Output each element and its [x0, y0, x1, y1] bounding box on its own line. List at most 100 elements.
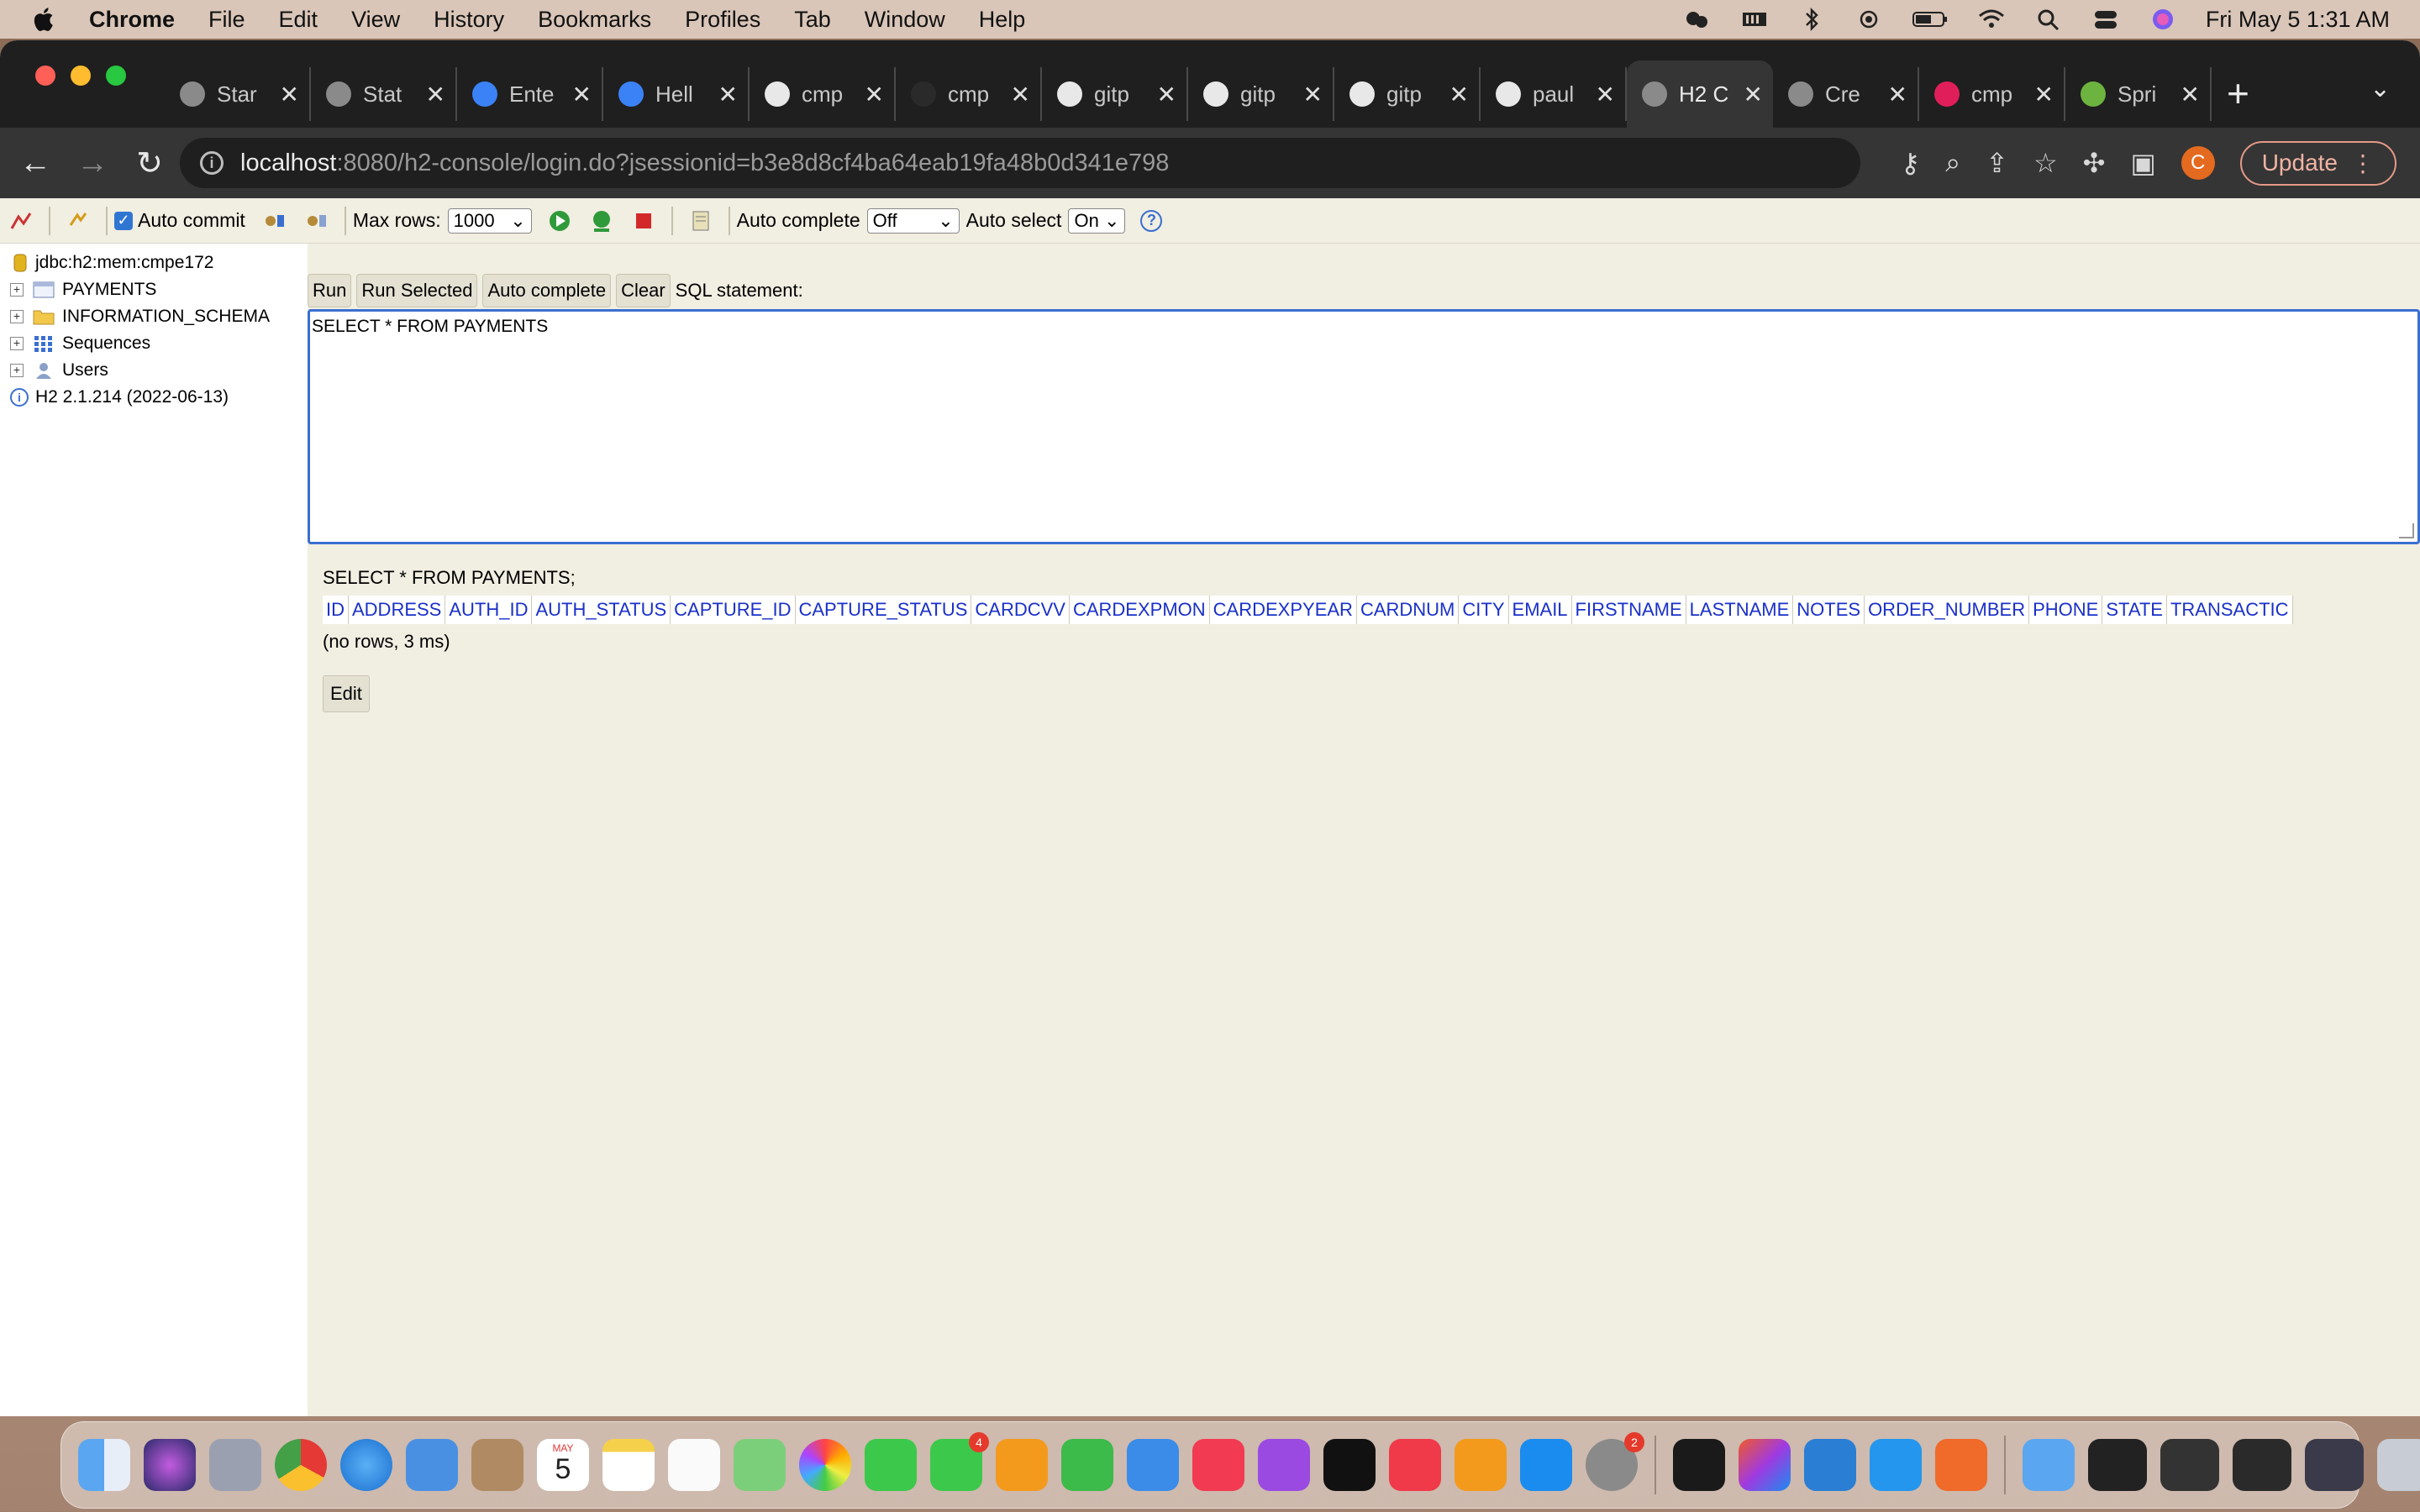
system-settings-icon[interactable]: 2: [1586, 1432, 1644, 1491]
tab-close-icon[interactable]: ✕: [1596, 81, 1615, 108]
intellij-icon[interactable]: [1739, 1439, 1791, 1491]
numbers-icon[interactable]: [1061, 1439, 1113, 1491]
tab-search-chevron-icon[interactable]: ⌄: [2370, 74, 2391, 103]
books-icon[interactable]: [1455, 1439, 1507, 1491]
wifi-icon[interactable]: [1977, 7, 2006, 32]
calendar-icon[interactable]: MAY 5: [537, 1439, 589, 1491]
expand-icon[interactable]: +: [10, 283, 24, 297]
tree-connection[interactable]: jdbc:h2:mem:cmpe172: [12, 250, 213, 276]
browser-tab[interactable]: gitp ✕: [1042, 67, 1188, 121]
tab-close-icon[interactable]: ✕: [1157, 81, 1176, 108]
site-info-icon[interactable]: i: [200, 151, 224, 175]
max-rows-select[interactable]: 1000 ⌄: [447, 207, 532, 234]
more-menu-icon[interactable]: ⋮: [2351, 150, 2375, 177]
reload-icon[interactable]: ↻: [128, 144, 171, 182]
tab-close-icon[interactable]: ✕: [280, 81, 299, 108]
app-store-icon[interactable]: [1520, 1439, 1572, 1491]
edit-button[interactable]: Edit: [323, 675, 370, 712]
clear-button[interactable]: Clear: [616, 274, 671, 307]
spotlight-icon[interactable]: [2034, 7, 2063, 32]
bluetooth-icon[interactable]: [1797, 7, 1826, 32]
result-column-header[interactable]: NOTES: [1793, 596, 1865, 624]
update-button[interactable]: Update ⋮: [2239, 140, 2396, 186]
close-window-button[interactable]: [35, 66, 55, 86]
result-column-header[interactable]: TRANSACTIC: [2166, 596, 2293, 624]
sql-editor[interactable]: SELECT * FROM PAYMENTS: [308, 309, 2420, 544]
browser-tab[interactable]: Stat ✕: [311, 67, 457, 121]
extensions-puzzle-icon[interactable]: ✣: [2083, 147, 2106, 179]
browser-tab[interactable]: Hell ✕: [603, 67, 750, 121]
result-column-header[interactable]: CARDNUM: [1356, 596, 1460, 624]
vscode-icon[interactable]: [1804, 1439, 1856, 1491]
result-column-header[interactable]: CARDEXPMON: [1069, 596, 1210, 624]
tab-close-icon[interactable]: ✕: [1744, 81, 1763, 108]
commit-icon[interactable]: [262, 208, 287, 234]
minimized-window-thumbnail[interactable]: [2233, 1439, 2291, 1491]
postman-icon[interactable]: [1935, 1439, 1987, 1491]
profile-avatar[interactable]: C: [2181, 146, 2215, 180]
siri-app-icon[interactable]: [144, 1439, 196, 1491]
zoom-window-button[interactable]: [106, 66, 126, 86]
tab-close-icon[interactable]: ✕: [2181, 81, 2200, 108]
tab-close-icon[interactable]: ✕: [1449, 81, 1469, 108]
auto-select-select[interactable]: On ⌄: [1068, 207, 1126, 234]
result-column-header[interactable]: ORDER_NUMBER: [1865, 596, 2030, 624]
airdrop-icon[interactable]: [1854, 7, 1883, 32]
podcasts-icon[interactable]: [1258, 1439, 1310, 1491]
forward-arrow-icon[interactable]: →: [71, 145, 114, 181]
result-column-header[interactable]: FIRSTNAME: [1571, 596, 1686, 624]
minimized-window-thumbnail[interactable]: [2305, 1439, 2364, 1491]
apple-icon[interactable]: [30, 5, 59, 34]
disconnect-icon[interactable]: [8, 208, 34, 234]
result-column-header[interactable]: AUTH_ID: [445, 596, 533, 624]
expand-icon[interactable]: +: [10, 364, 24, 377]
result-column-header[interactable]: ID: [323, 596, 349, 624]
reminders-icon[interactable]: [668, 1439, 720, 1491]
tab-close-icon[interactable]: ✕: [1011, 81, 1030, 108]
tab-close-icon[interactable]: ✕: [1303, 81, 1323, 108]
result-column-header[interactable]: ADDRESS: [349, 596, 446, 624]
back-arrow-icon[interactable]: ←: [13, 145, 57, 181]
result-column-header[interactable]: CARDCVV: [971, 596, 1070, 624]
execute-all-icon[interactable]: [589, 208, 614, 234]
terminal-icon[interactable]: [1673, 1439, 1725, 1491]
menu-profiles[interactable]: Profiles: [685, 7, 760, 33]
expand-icon[interactable]: +: [10, 337, 24, 350]
photos-icon[interactable]: [799, 1439, 851, 1491]
tab-close-icon[interactable]: ✕: [426, 81, 445, 108]
battery-icon[interactable]: [1912, 7, 1949, 32]
keynote-icon[interactable]: [1127, 1439, 1179, 1491]
menu-tab[interactable]: Tab: [794, 7, 831, 33]
browser-tab[interactable]: Cre ✕: [1773, 67, 1919, 121]
result-column-header[interactable]: STATE: [2102, 596, 2167, 624]
mail-icon[interactable]: [406, 1439, 458, 1491]
chrome-icon[interactable]: [275, 1439, 327, 1491]
menu-view[interactable]: View: [351, 7, 400, 33]
share-icon[interactable]: ⇪: [1986, 147, 2008, 179]
new-tab-button[interactable]: +: [2227, 71, 2249, 116]
browser-tab[interactable]: cmp ✕: [896, 67, 1042, 121]
tab-close-icon[interactable]: ✕: [572, 81, 592, 108]
tree-node-payments[interactable]: + PAYMENTS: [0, 277, 156, 302]
result-column-header[interactable]: PHONE: [2029, 596, 2103, 624]
notes-icon[interactable]: [602, 1439, 655, 1491]
maps-icon[interactable]: [734, 1439, 786, 1491]
stop-icon[interactable]: [631, 208, 656, 234]
minimized-window-thumbnail[interactable]: [2160, 1439, 2219, 1491]
apple-tv-icon[interactable]: [1323, 1439, 1376, 1491]
result-column-header[interactable]: LASTNAME: [1686, 596, 1794, 624]
facetime-icon[interactable]: 4: [930, 1432, 989, 1491]
downloads-folder-icon[interactable]: [2023, 1439, 2075, 1491]
contacts-icon[interactable]: [471, 1439, 523, 1491]
result-column-header[interactable]: CARDEXPYEAR: [1209, 596, 1357, 624]
result-column-header[interactable]: AUTH_STATUS: [532, 596, 671, 624]
auto-complete-button[interactable]: Auto complete: [482, 274, 612, 307]
trash-icon[interactable]: [2377, 1439, 2420, 1491]
browser-tab[interactable]: H2 C ✕: [1627, 60, 1773, 128]
docker-icon[interactable]: [1870, 1439, 1922, 1491]
browser-tab[interactable]: cmp ✕: [750, 67, 896, 121]
side-panel-icon[interactable]: ▣: [2130, 147, 2155, 179]
resize-handle-icon[interactable]: [2399, 523, 2414, 538]
refresh-icon[interactable]: [66, 208, 91, 234]
browser-tab[interactable]: gitp ✕: [1334, 67, 1481, 121]
